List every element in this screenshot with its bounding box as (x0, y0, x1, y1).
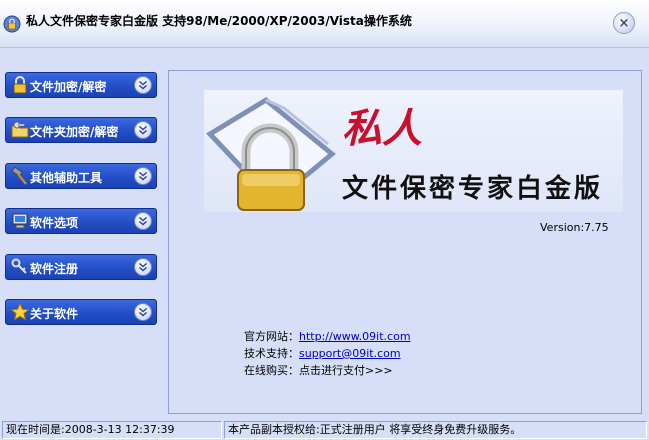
buy-label: 在线购买： (244, 364, 299, 377)
support-row: 技术支持：support@09it.com (244, 345, 401, 361)
app-lock-icon (3, 15, 21, 33)
sidebar-item-label: 关于软件 (30, 307, 79, 321)
website-row: 官方网站：http://www.09it.com (244, 328, 411, 344)
main-panel: 私人 文件保密专家白金版 Version:7.75 官方网站：http://ww… (168, 70, 642, 414)
sidebar-item-other-tools[interactable]: 其他辅助工具 (5, 163, 157, 189)
sidebar-item-register[interactable]: 软件注册 (5, 254, 157, 280)
key-icon (11, 258, 27, 274)
sidebar: 文件加密/解密 文件夹加密/解密 其他辅助工具 软件选项 软件注册 关于软件 (0, 48, 166, 420)
product-logo: 私人 文件保密专家白金版 (204, 90, 623, 212)
chevron-down-icon[interactable] (134, 258, 152, 276)
title-bar: 私人文件保密专家白金版 支持98/Me/2000/XP/2003/Vista操作… (0, 0, 649, 48)
status-bar: 现在时间是:2008-3-13 12:37:39 本产品副本授权给:正式注册用户… (0, 420, 649, 440)
buy-link[interactable]: 点击进行支付>>> (299, 364, 393, 377)
logo-subtitle: 文件保密专家白金版 (342, 174, 604, 204)
chevron-down-icon[interactable] (134, 212, 152, 230)
sidebar-item-label: 文件夹加密/解密 (30, 125, 119, 139)
sidebar-item-file-encrypt[interactable]: 文件加密/解密 (5, 72, 157, 98)
chevron-down-icon[interactable] (134, 121, 152, 139)
computer-icon (12, 213, 28, 229)
close-button[interactable]: × (613, 12, 635, 34)
chevron-down-icon[interactable] (134, 167, 152, 185)
window-title: 私人文件保密专家白金版 支持98/Me/2000/XP/2003/Vista操作… (26, 14, 412, 28)
buy-row: 在线购买：点击进行支付>>> (244, 362, 393, 378)
website-link[interactable]: http://www.09it.com (299, 330, 411, 343)
support-label: 技术支持： (244, 347, 299, 360)
sidebar-item-folder-encrypt[interactable]: 文件夹加密/解密 (5, 117, 157, 143)
star-icon (10, 302, 30, 321)
sidebar-item-label: 软件选项 (30, 216, 79, 230)
chevron-down-icon[interactable] (134, 76, 152, 94)
status-time: 现在时间是:2008-3-13 12:37:39 (2, 421, 222, 439)
status-license: 本产品副本授权给:正式注册用户 将享受终身免费升级服务。 (224, 421, 647, 439)
version-label: Version:7.75 (540, 221, 609, 234)
support-email-link[interactable]: support@09it.com (299, 347, 401, 360)
logo-title: 私人 (342, 105, 422, 152)
sidebar-item-label: 文件加密/解密 (30, 80, 107, 94)
hammer-icon (11, 166, 27, 185)
sidebar-item-label: 其他辅助工具 (30, 171, 103, 185)
chevron-down-icon[interactable] (134, 303, 152, 321)
folder-key-icon (11, 121, 29, 138)
lock-icon (13, 76, 27, 94)
close-icon: × (618, 15, 630, 31)
website-label: 官方网站： (244, 330, 299, 343)
sidebar-item-about[interactable]: 关于软件 (5, 299, 157, 325)
sidebar-item-options[interactable]: 软件选项 (5, 208, 157, 234)
sidebar-item-label: 软件注册 (30, 262, 79, 276)
